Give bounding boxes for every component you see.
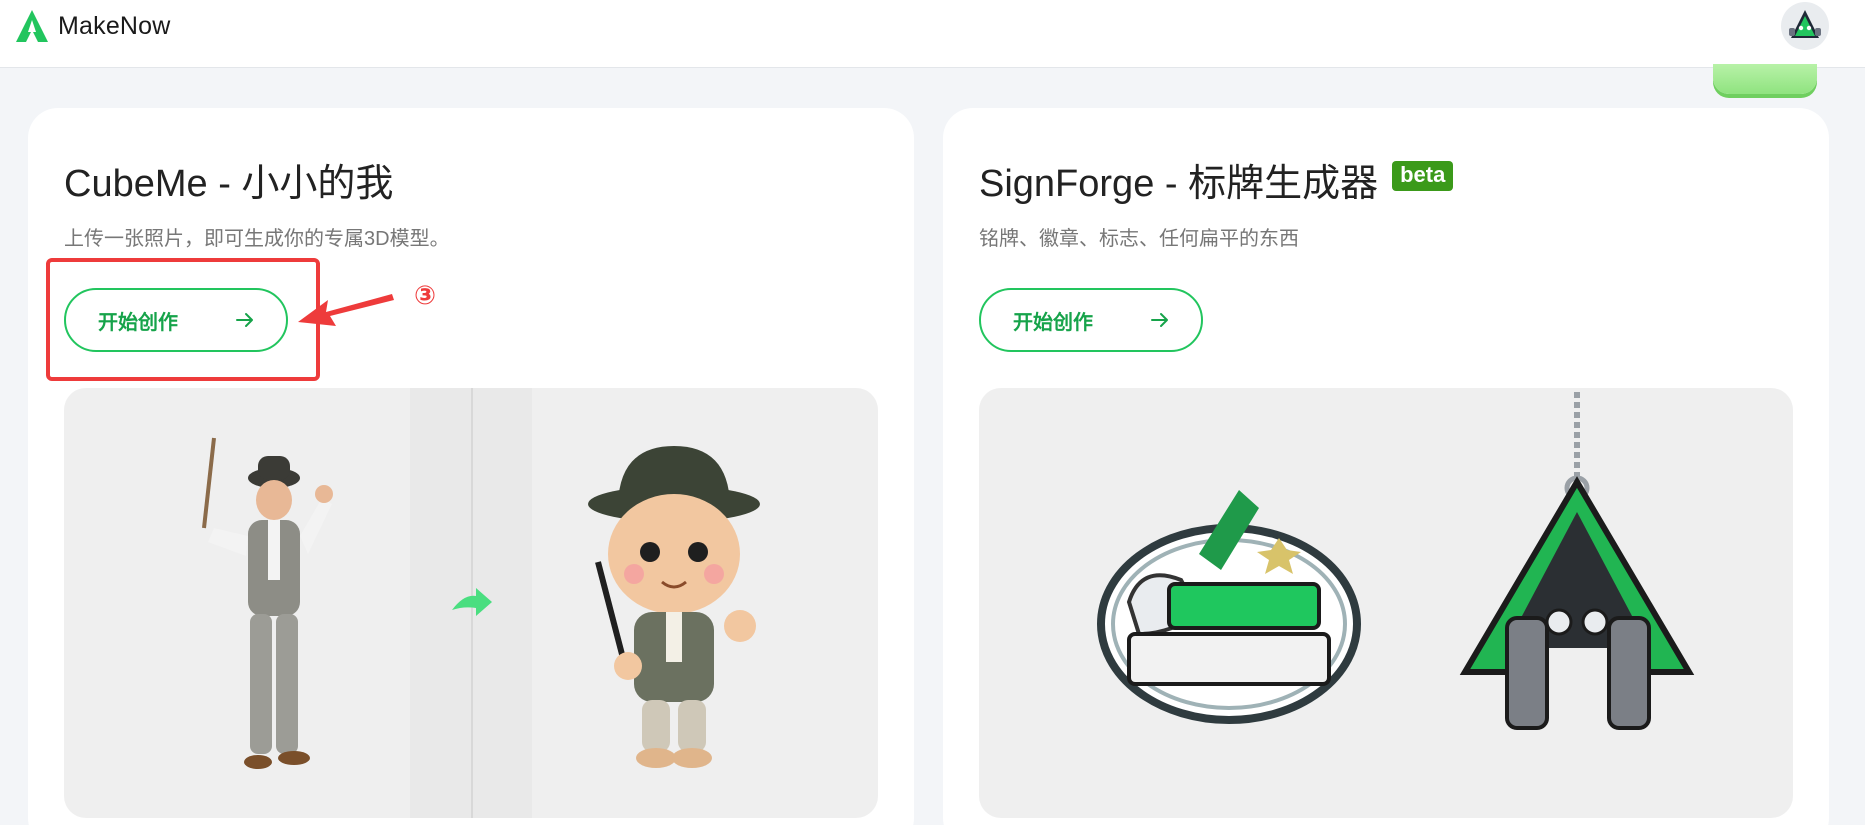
beta-badge: beta [1392, 160, 1454, 191]
signforge-preview-image [979, 388, 1793, 818]
start-create-button-label: 开始创作 [98, 311, 178, 334]
photo-person-icon [202, 437, 333, 769]
card-description: 铭牌、徽章、标志、任何扁平的东西 [979, 228, 1299, 250]
cartoon-figure-icon [588, 446, 760, 768]
brand[interactable]: MakeNow [14, 8, 171, 44]
avatar[interactable] [1781, 2, 1829, 50]
card-title-text: SignForge - 标牌生成器 [979, 163, 1379, 205]
cubeme-card: CubeMe - 小小的我 上传一张照片，即可生成你的专属3D模型。 开始创作 [28, 108, 914, 825]
floating-chat-bubble[interactable] [1713, 64, 1817, 94]
arrow-right-icon [236, 313, 253, 327]
makenow-logo-icon [16, 10, 48, 42]
annotation-step-number: ③ [414, 280, 437, 310]
arrow-right-icon [1151, 313, 1168, 327]
card-title: CubeMe - 小小的我 [64, 152, 393, 207]
keychain-badge-icon [1459, 392, 1695, 730]
card-description: 上传一张照片，即可生成你的专属3D模型。 [64, 228, 450, 250]
annotation-arrow-icon [298, 294, 394, 326]
card-title-text: CubeMe - 小小的我 [64, 163, 394, 205]
start-create-button[interactable]: 开始创作 [64, 288, 288, 352]
cubeme-preview-image [64, 388, 878, 818]
signforge-card: SignForge - 标牌生成器 beta 铭牌、徽章、标志、任何扁平的东西 … [943, 108, 1829, 825]
robot-avatar-icon [1789, 10, 1821, 38]
brand-name: MakeNow [58, 11, 171, 40]
transform-arrow-icon [452, 588, 492, 616]
nice-print-badge-icon [1097, 490, 1361, 724]
start-create-button[interactable]: 开始创作 [979, 288, 1203, 352]
card-title: SignForge - 标牌生成器 beta [979, 152, 1454, 207]
top-bar: MakeNow [0, 0, 1865, 68]
start-create-button-label: 开始创作 [1013, 311, 1093, 334]
